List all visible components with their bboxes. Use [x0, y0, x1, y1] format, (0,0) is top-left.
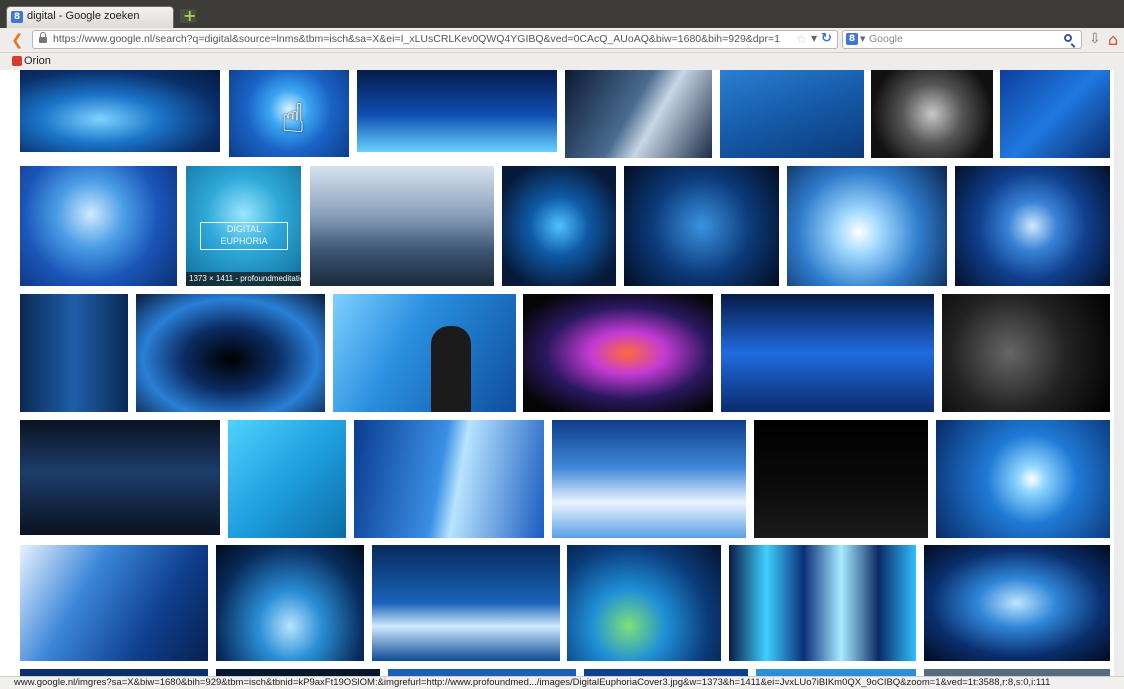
reload-icon[interactable]: ↻: [821, 31, 832, 46]
bookmark-star-icon[interactable]: ☆: [796, 32, 807, 46]
address-bar[interactable]: https://www.google.nl/search?q=digital&s…: [32, 30, 838, 49]
image-result[interactable]: [955, 166, 1110, 286]
image-result[interactable]: [924, 669, 1110, 676]
url-text: https://www.google.nl/search?q=digital&s…: [53, 33, 780, 45]
person-silhouette: [431, 326, 471, 412]
image-result[interactable]: ☝: [229, 70, 349, 157]
back-arrow-icon[interactable]: ❮: [11, 31, 24, 49]
search-box[interactable]: 8 ▼ Google: [842, 30, 1082, 49]
vertical-scrollbar[interactable]: [1114, 70, 1124, 676]
hand-cursor-icon: ☝: [281, 96, 306, 142]
status-bar: www.google.nl/imgres?sa=X&biw=1680&bih=9…: [0, 676, 1124, 689]
orion-bookmark-icon: [12, 56, 22, 66]
image-result[interactable]: [357, 70, 557, 152]
image-result[interactable]: [20, 545, 208, 661]
image-result[interactable]: [924, 545, 1110, 661]
image-result[interactable]: [372, 545, 560, 661]
image-result[interactable]: [787, 166, 947, 286]
image-result[interactable]: [565, 70, 712, 158]
google-favicon-icon: 8: [11, 11, 23, 23]
tab-title: digital - Google zoeken: [27, 10, 140, 22]
engine-dropdown-icon[interactable]: ▼: [860, 35, 865, 43]
new-tab-button[interactable]: +: [180, 6, 197, 25]
image-result-hovered[interactable]: DIGITAL EUPHORIA 1373 × 1411 - profoundme…: [184, 164, 303, 288]
image-result[interactable]: [756, 669, 916, 676]
image-result[interactable]: [523, 294, 713, 412]
image-result[interactable]: [729, 545, 916, 661]
image-result[interactable]: [20, 669, 208, 676]
digital-euphoria-logo: DIGITAL EUPHORIA: [200, 222, 288, 250]
image-result[interactable]: [552, 420, 746, 538]
image-result[interactable]: [20, 294, 128, 412]
status-link-text: www.google.nl/imgres?sa=X&biw=1680&bih=9…: [14, 677, 1051, 688]
lock-icon: [39, 32, 47, 44]
image-size-caption: 1373 × 1411 - profoundmeditatio...: [186, 272, 301, 286]
bookmark-orion[interactable]: Orion: [24, 55, 51, 67]
image-result[interactable]: [721, 294, 934, 412]
search-icon[interactable]: [1064, 34, 1072, 42]
image-result[interactable]: [216, 545, 364, 661]
image-result[interactable]: [20, 166, 177, 286]
image-result[interactable]: [20, 420, 220, 535]
image-result[interactable]: [388, 669, 576, 676]
tab-strip: 8 digital - Google zoeken +: [0, 0, 1124, 28]
image-result[interactable]: [310, 166, 494, 286]
image-result[interactable]: [228, 420, 346, 538]
image-result[interactable]: [871, 70, 993, 158]
history-dropdown-icon[interactable]: ▼: [811, 34, 817, 43]
image-result[interactable]: [567, 545, 721, 661]
image-result[interactable]: [584, 669, 748, 676]
image-result[interactable]: [1000, 70, 1110, 158]
bookmarks-toolbar: Orion: [0, 53, 1124, 70]
plus-icon: +: [183, 6, 197, 25]
image-result[interactable]: [136, 294, 325, 412]
image-result[interactable]: [936, 420, 1110, 538]
image-result[interactable]: [216, 669, 380, 676]
image-result[interactable]: [502, 166, 616, 286]
image-result[interactable]: [720, 70, 864, 158]
image-result[interactable]: [333, 294, 516, 412]
browser-tab[interactable]: 8 digital - Google zoeken: [6, 6, 174, 28]
image-result[interactable]: [20, 70, 220, 152]
image-result[interactable]: [624, 166, 779, 286]
search-engine-icon[interactable]: 8: [846, 33, 858, 45]
image-result[interactable]: [942, 294, 1110, 412]
home-icon[interactable]: ⌂: [1108, 30, 1118, 49]
navigation-bar: ❮ https://www.google.nl/search?q=digital…: [0, 28, 1124, 53]
image-result[interactable]: [754, 420, 928, 538]
download-icon[interactable]: ⇩: [1089, 31, 1101, 47]
image-result[interactable]: [354, 420, 544, 538]
image-results-grid: ☝ DIGITAL EUPHORIA 1373 × 1411 - profound…: [0, 70, 1124, 676]
search-placeholder: Google: [869, 33, 903, 45]
